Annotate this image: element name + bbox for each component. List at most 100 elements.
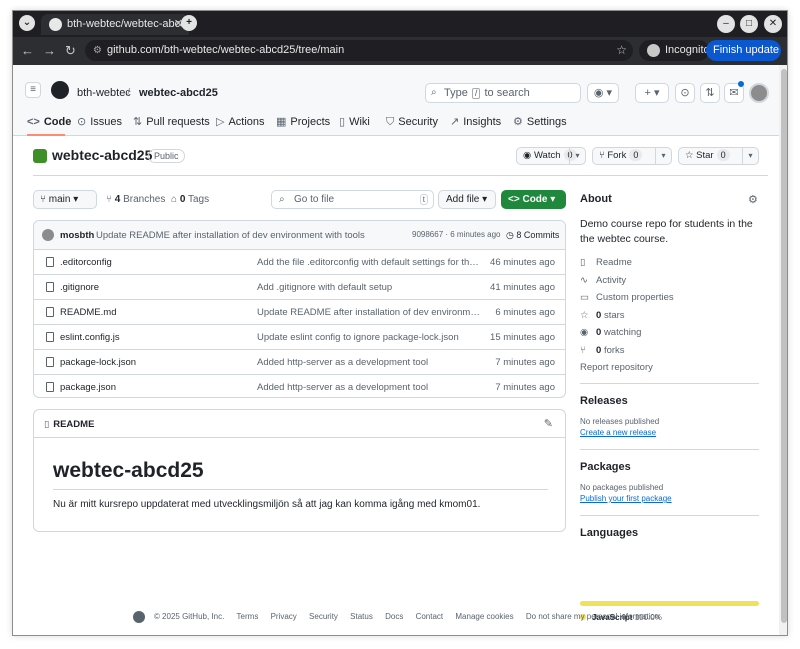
breadcrumb-repo[interactable]: webtec-abcd25	[139, 87, 218, 99]
footer-link-status[interactable]: Status	[350, 612, 373, 621]
go-to-file-input[interactable]: ⌕ Go to file t	[271, 190, 434, 209]
file-name[interactable]: package.json	[60, 382, 116, 393]
fork-button[interactable]: ⑂ Fork 0 ▾	[592, 147, 672, 165]
watch-button[interactable]: ◉ Watch 0 ▾	[516, 147, 586, 165]
page-scrollbar[interactable]	[779, 65, 787, 635]
tab-wiki[interactable]: ▯ Wiki	[339, 114, 370, 136]
gear-icon[interactable]: ⚙	[748, 193, 758, 206]
footer-link-manage-cookies[interactable]: Manage cookies	[455, 612, 513, 621]
tab-settings[interactable]: ⚙ Settings	[513, 114, 567, 136]
watching-count: 0	[596, 327, 602, 338]
issues-icon[interactable]: ⊙	[675, 83, 695, 103]
tab-search-icon[interactable]: ⌄	[19, 15, 35, 31]
languages-heading: Languages	[580, 527, 639, 539]
footer-link-terms[interactable]: Terms	[237, 612, 259, 621]
author-avatar[interactable]	[42, 229, 54, 241]
file-name[interactable]: package-lock.json	[60, 357, 136, 368]
bookmark-star-icon[interactable]: ☆	[616, 40, 627, 61]
custom-properties-link[interactable]: ▭ Custom properties	[580, 292, 674, 303]
footer-link-security[interactable]: Security	[309, 612, 338, 621]
site-info-icon[interactable]: ⚙	[93, 40, 102, 61]
releases-heading[interactable]: Releases	[580, 395, 628, 407]
file-name[interactable]: README.md	[60, 307, 116, 318]
tab-issues[interactable]: ⊙ Issues	[77, 114, 122, 136]
incognito-indicator[interactable]: Incognito	[639, 40, 710, 61]
activity-label: Activity	[596, 275, 627, 286]
breadcrumb-owner[interactable]: bth-webtec	[77, 87, 131, 99]
chevron-down-icon[interactable]: ▾	[655, 148, 671, 164]
repo-title[interactable]: webtec-abcd25	[52, 147, 152, 163]
eye-icon: ◉	[580, 327, 589, 338]
stars-link[interactable]: ☆ 0 stars	[580, 310, 625, 321]
forward-icon[interactable]: →	[43, 43, 56, 59]
activity-link[interactable]: ∿ Activity	[580, 275, 626, 286]
forks-label: forks	[603, 345, 625, 356]
user-avatar[interactable]	[749, 83, 769, 103]
tab-code[interactable]: <> Code	[27, 114, 71, 136]
commit-hash-time[interactable]: 9098667 · 6 minutes ago	[412, 230, 501, 239]
tab-actions[interactable]: ▷ Actions	[216, 114, 265, 136]
readme-tab[interactable]: ▯ README	[44, 419, 94, 430]
file-commit-message[interactable]: Add .gitignore with default setup	[257, 282, 484, 293]
tab-projects[interactable]: ▦ Projects	[276, 114, 330, 136]
new-tab-icon[interactable]: +	[181, 15, 197, 31]
branches-label: Branches	[123, 194, 166, 205]
search-input[interactable]: ⌕ Type / to search	[425, 83, 581, 103]
file-commit-message[interactable]: Update README after installation of dev …	[257, 307, 484, 318]
github-logo-icon[interactable]	[51, 81, 69, 99]
commit-author[interactable]: mosbth	[60, 230, 94, 241]
browser-tab[interactable]: bth-webtec/webtec-abcd25 ✕	[41, 14, 189, 35]
footer-link-do-not-share[interactable]: Do not share my personal information	[526, 612, 659, 621]
tags-link[interactable]: ⌂ 0 Tags	[171, 194, 209, 205]
minimize-icon[interactable]: –	[717, 15, 735, 33]
edit-pencil-icon[interactable]: ✎	[544, 417, 553, 430]
tab-pull-requests[interactable]: ⇅ Pull requests	[133, 114, 210, 136]
create-new-button[interactable]: + ▾	[635, 83, 669, 103]
branches-link[interactable]: ⑂ 4 Branches	[106, 194, 165, 205]
publish-package-link[interactable]: Publish your first package	[580, 494, 672, 503]
file-commit-message[interactable]: Added http-server as a development tool	[257, 382, 484, 393]
forks-link[interactable]: ⑂ 0 forks	[580, 345, 625, 356]
url-text: github.com/bth-webtec/webtec-abcd25/tree…	[107, 44, 345, 56]
file-commit-message[interactable]: Add the file .editorconfig with default …	[257, 257, 484, 268]
branch-icon: ⑂	[106, 194, 112, 205]
footer-link-docs[interactable]: Docs	[385, 612, 403, 621]
chevron-down-icon[interactable]: ▾	[569, 148, 585, 164]
report-repository-link[interactable]: Report repository	[580, 362, 653, 373]
create-release-link[interactable]: Create a new release	[580, 428, 656, 437]
code-button[interactable]: <> Code ▾	[501, 190, 566, 209]
browser-window: ⌄ bth-webtec/webtec-abcd25 ✕ + – □ ✕ ← →…	[12, 10, 788, 636]
file-name[interactable]: eslint.config.js	[60, 332, 120, 343]
star-icon: ☆	[685, 150, 694, 161]
scrollbar-thumb[interactable]	[781, 69, 787, 623]
commits-link[interactable]: ◷ 8 Commits	[506, 230, 559, 241]
add-file-button[interactable]: Add file ▾	[438, 190, 496, 209]
address-bar[interactable]: ⚙ github.com/bth-webtec/webtec-abcd25/tr…	[85, 40, 633, 61]
commit-message[interactable]: Update README after installation of dev …	[96, 230, 365, 241]
reload-icon[interactable]: ↻	[65, 43, 76, 59]
pull-requests-icon[interactable]: ⇅	[700, 83, 720, 103]
footer-link-privacy[interactable]: Privacy	[271, 612, 297, 621]
chevron-down-icon[interactable]: ▾	[742, 148, 758, 164]
packages-heading[interactable]: Packages	[580, 461, 631, 473]
file-name[interactable]: .editorconfig	[60, 257, 112, 268]
file-commit-message[interactable]: Update eslint config to ignore package-l…	[257, 332, 484, 343]
tab-insights[interactable]: ↗ Insights	[450, 114, 501, 136]
file-name[interactable]: .gitignore	[60, 282, 99, 293]
stars-label: stars	[603, 310, 625, 321]
readme-link[interactable]: ▯ Readme	[580, 257, 632, 268]
copilot-button[interactable]: ◉ ▾	[587, 83, 619, 103]
footer-link-contact[interactable]: Contact	[416, 612, 444, 621]
close-window-icon[interactable]: ✕	[764, 15, 782, 33]
star-button[interactable]: ☆ Star 0 ▾	[678, 147, 759, 165]
back-icon[interactable]: ←	[21, 43, 34, 59]
file-commit-message[interactable]: Added http-server as a development tool	[257, 357, 484, 368]
branch-selector[interactable]: ⑂ main ▾	[33, 190, 97, 209]
tab-security[interactable]: ⛉ Security	[386, 114, 438, 136]
menu-icon[interactable]: ≡	[25, 82, 41, 98]
maximize-icon[interactable]: □	[740, 15, 758, 33]
watching-link[interactable]: ◉ 0 watching	[580, 327, 641, 338]
tab-label: Issues	[90, 116, 123, 128]
finish-update-button[interactable]: Finish update	[706, 40, 781, 61]
github-logo-icon[interactable]	[132, 611, 145, 623]
